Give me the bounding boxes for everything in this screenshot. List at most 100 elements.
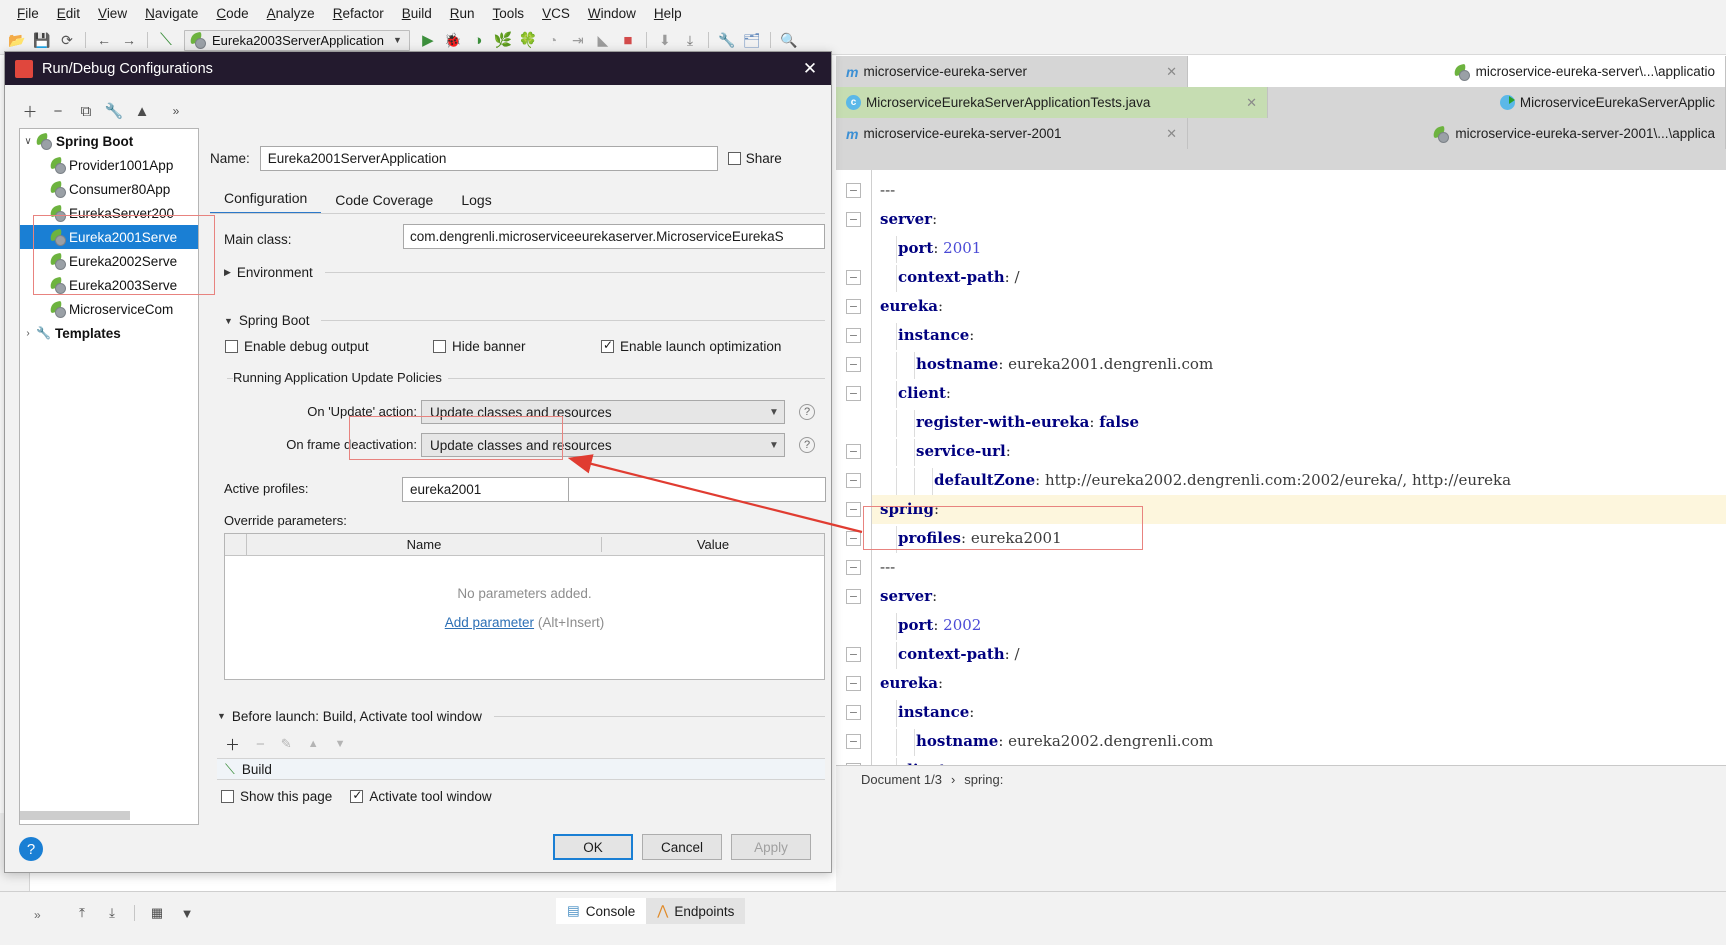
editor-tab-3-1[interactable]: m microservice-eureka-server-2001 ✕ — [836, 118, 1188, 149]
name-input[interactable]: Eureka2001ServerApplication — [259, 145, 718, 171]
before-launch-header[interactable]: ▼ Before launch: Build, Activate tool wi… — [217, 707, 825, 725]
add-icon[interactable]: ＋ — [225, 734, 240, 755]
fold-marker-icon[interactable]: − — [846, 357, 861, 372]
code-line-10[interactable]: − service-url: — [846, 437, 1726, 466]
fold-marker-icon[interactable]: − — [846, 560, 861, 575]
close-icon[interactable]: ✕ — [1154, 126, 1177, 142]
fold-marker-icon[interactable]: − — [846, 299, 861, 314]
project-structure-icon[interactable]: 🗂 — [741, 29, 763, 51]
filter-icon[interactable]: ▼ — [175, 902, 199, 924]
enable-debug-output-box[interactable] — [225, 340, 238, 353]
run-configuration-selector[interactable]: Eureka2003ServerApplication ▼ — [184, 29, 410, 51]
fold-marker-icon[interactable]: − — [846, 473, 861, 488]
code-line-14[interactable]: − --- — [846, 553, 1726, 582]
menu-item-window[interactable]: Window — [579, 3, 645, 24]
tree-twisty-icon[interactable]: ∨ — [20, 136, 36, 147]
code-line-6[interactable]: − instance: — [846, 321, 1726, 350]
chevron-down-icon[interactable]: ▼ — [217, 711, 226, 721]
tree-item-consumer80app[interactable]: Consumer80App — [20, 177, 198, 201]
main-class-input[interactable]: com.dengrenli.microserviceeurekaserver.M… — [403, 224, 825, 249]
run-with-profile-icon[interactable]: 🌿 — [492, 29, 514, 51]
enable-debug-output-checkbox[interactable]: Enable debug output — [225, 339, 369, 354]
code-line-13[interactable]: − profiles: eureka2001 — [846, 524, 1726, 553]
menu-item-refactor[interactable]: Refactor — [324, 3, 393, 24]
code-line-8[interactable]: − client: — [846, 379, 1726, 408]
fold-marker-icon[interactable]: − — [846, 502, 861, 517]
tree-item-provider1001app[interactable]: Provider1001App — [20, 153, 198, 177]
move-up-icon[interactable]: ▲ — [133, 102, 151, 120]
cancel-button[interactable]: Cancel — [642, 834, 722, 860]
parameters-table[interactable]: Name Value No parameters added. Add para… — [224, 533, 825, 680]
build-icon[interactable]: ⟍ — [155, 29, 177, 51]
activate-tool-window-checkbox[interactable]: Activate tool window — [350, 788, 492, 804]
menu-item-analyze[interactable]: Analyze — [258, 3, 324, 24]
code-line-12[interactable]: − spring: — [846, 495, 1726, 524]
chevron-right-icon[interactable]: ▶ — [224, 267, 231, 278]
menu-item-navigate[interactable]: Navigate — [136, 3, 207, 24]
collapse-all-icon[interactable]: ⤓ — [100, 902, 124, 924]
fold-marker-icon[interactable]: − — [846, 531, 861, 546]
open-icon[interactable]: 📂 — [6, 29, 28, 51]
tab-logs[interactable]: Logs — [447, 188, 505, 214]
tab-code-coverage[interactable]: Code Coverage — [321, 188, 447, 214]
stop-icon[interactable]: ■ — [617, 29, 639, 51]
show-this-page-checkbox[interactable]: Show this page — [221, 789, 332, 804]
fold-marker-icon[interactable]: − — [846, 212, 861, 227]
tree-item-microservicecom[interactable]: MicroserviceCom — [20, 297, 198, 321]
code-line-4[interactable]: − context-path: / — [846, 263, 1726, 292]
breadcrumb-item-document[interactable]: Document 1/3 — [861, 772, 942, 787]
code-line-3[interactable]: port: 2001 — [872, 234, 1726, 263]
tree-item-eurekaserver200[interactable]: EurekaServer200 — [20, 201, 198, 225]
close-icon[interactable]: ✕ — [797, 56, 823, 82]
menu-item-code[interactable]: Code — [207, 3, 257, 24]
table-header-value[interactable]: Value — [602, 537, 824, 552]
environment-section-header[interactable]: ▶ Environment — [224, 265, 825, 280]
editor-tab-3-2[interactable]: microservice-eureka-server-2001\...\appl… — [1188, 118, 1726, 149]
fold-marker-icon[interactable]: − — [846, 270, 861, 285]
editor-tab-2-2[interactable]: MicroserviceEurekaServerApplic — [1268, 87, 1726, 118]
fold-marker-icon[interactable]: − — [846, 676, 861, 691]
settings-icon[interactable]: 🔧 — [716, 29, 738, 51]
run-icon[interactable]: ▶ — [417, 29, 439, 51]
chevron-down-icon[interactable]: ▼ — [224, 316, 233, 326]
add-icon[interactable]: ＋ — [21, 102, 39, 121]
active-profiles-input[interactable]: eureka2001 — [402, 477, 569, 502]
before-launch-row-build[interactable]: ⟍ Build — [217, 758, 825, 780]
chevron-down-icon[interactable]: ▼ — [393, 35, 402, 45]
fold-marker-icon[interactable]: − — [846, 386, 861, 401]
code-line-2[interactable]: − server: — [846, 205, 1726, 234]
edit-templates-icon[interactable]: 🔧 — [105, 102, 124, 120]
chevron-down-icon[interactable]: ▼ — [764, 407, 784, 418]
code-line-18[interactable]: − eureka: — [846, 669, 1726, 698]
fold-marker-icon[interactable]: − — [846, 734, 861, 749]
tab-endpoints[interactable]: ⋀ Endpoints — [646, 898, 746, 924]
share-checkbox[interactable]: Share — [727, 151, 782, 166]
menu-item-help[interactable]: Help — [645, 3, 691, 24]
group-icon[interactable]: ▦ — [145, 902, 169, 924]
share-checkbox-box[interactable] — [727, 151, 741, 165]
remove-icon[interactable]: − — [49, 102, 67, 120]
code-line-16[interactable]: port: 2002 — [872, 611, 1726, 640]
fold-marker-icon[interactable]: − — [846, 444, 861, 459]
tree-group-templates[interactable]: › 🔧 Templates — [20, 321, 198, 345]
code-line-1[interactable]: − --- — [846, 176, 1726, 205]
configurations-tree[interactable]: ∨ Spring Boot Provider1001App Consumer80App… — [19, 128, 199, 825]
fold-marker-icon[interactable]: − — [846, 328, 861, 343]
tree-group-spring-boot[interactable]: ∨ Spring Boot — [20, 129, 198, 153]
copy-icon[interactable]: ⧉ — [77, 102, 95, 120]
debug-with-profile-icon[interactable]: 🍀 — [517, 29, 539, 51]
ok-button[interactable]: OK — [553, 834, 633, 860]
on-update-combo[interactable]: Update classes and resources ▼ — [421, 400, 785, 424]
close-icon[interactable]: ✕ — [1154, 64, 1177, 80]
enable-launch-optimization-box[interactable] — [601, 338, 614, 353]
editor-tab-1-1[interactable]: m microservice-eureka-server ✕ — [836, 56, 1188, 87]
show-this-page-box[interactable] — [221, 790, 234, 803]
back-icon[interactable]: ← — [93, 29, 115, 51]
forward-icon[interactable]: → — [118, 29, 140, 51]
close-icon[interactable]: ✕ — [1234, 95, 1257, 111]
on-frame-combo[interactable]: Update classes and resources ▼ — [421, 433, 785, 457]
on-frame-help-icon[interactable]: ? — [799, 437, 815, 453]
code-line-20[interactable]: − hostname: eureka2002.dengrenli.com — [846, 727, 1726, 756]
editor-tab-1-2[interactable]: microservice-eureka-server\...\applicati… — [1188, 56, 1726, 87]
menu-item-run[interactable]: Run — [441, 3, 484, 24]
